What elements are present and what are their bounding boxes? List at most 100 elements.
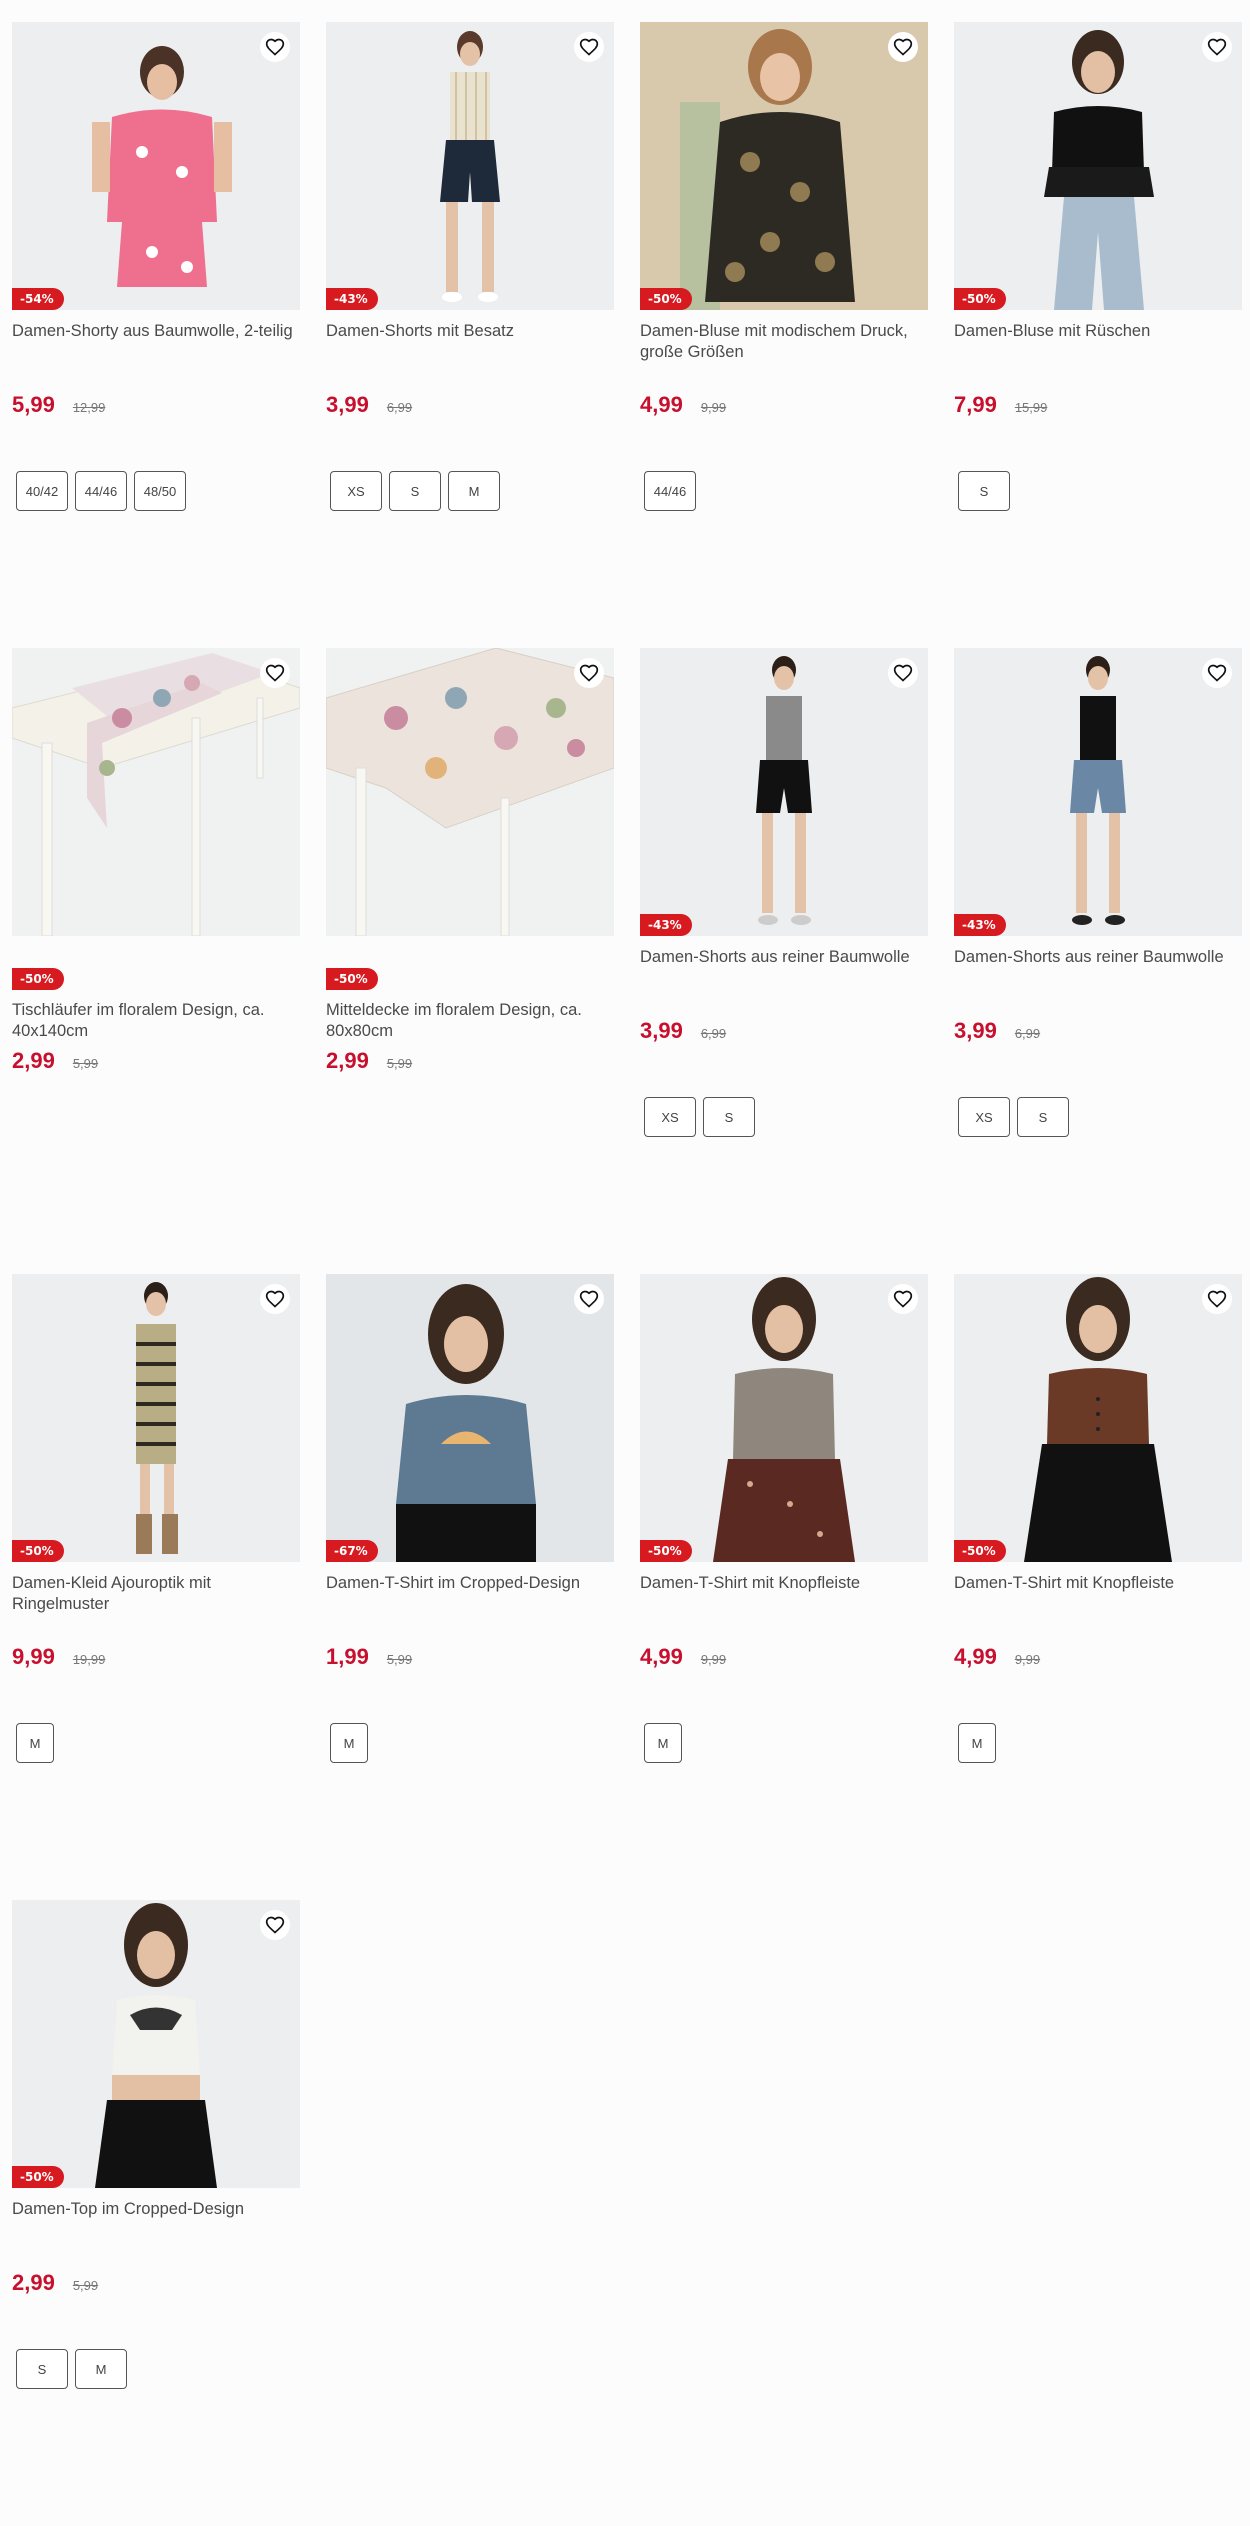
product-card[interactable]: -43% Damen-Shorts aus reiner Baumwolle 3… [954, 648, 1242, 1274]
old-price: 6,99 [1014, 1026, 1041, 1041]
product-image[interactable]: -50% [954, 22, 1242, 310]
product-title[interactable]: Tischläufer im floralem Design, ca. 40x1… [12, 1000, 300, 1042]
price-row: 2,99 5,99 [12, 2270, 300, 2296]
size-option[interactable]: S [703, 1097, 755, 1137]
discount-badge: -50% [326, 968, 378, 990]
favorite-button[interactable] [260, 658, 290, 688]
size-option[interactable]: XS [644, 1097, 696, 1137]
size-options: XS S M [326, 471, 614, 511]
product-image[interactable]: -50% [640, 1274, 928, 1562]
price-row: 2,99 5,99 [326, 1048, 614, 1074]
size-option[interactable]: 44/46 [75, 471, 127, 511]
product-image[interactable]: -50% [954, 1274, 1242, 1562]
size-option[interactable]: M [16, 1723, 54, 1763]
old-price: 12,99 [72, 400, 106, 415]
product-card[interactable]: -50% Damen-T-Shirt mit Knopfleiste 4,99 … [640, 1274, 928, 1900]
product-card[interactable]: -67% Damen-T-Shirt im Cropped-Design 1,9… [326, 1274, 614, 1900]
product-title[interactable]: Damen-T-Shirt mit Knopfleiste [640, 1573, 928, 1615]
product-title[interactable]: Damen-Shorty aus Baumwolle, 2-teilig [12, 321, 300, 363]
price-row: 3,99 6,99 [640, 1018, 928, 1044]
product-card[interactable]: -50% Damen-Kleid Ajouroptik mit Ringelmu… [12, 1274, 300, 1900]
product-title[interactable]: Damen-Bluse mit Rüschen [954, 321, 1242, 363]
product-title[interactable]: Damen-Bluse mit modischem Druck, große G… [640, 321, 928, 363]
product-image[interactable]: -50% [12, 1274, 300, 1562]
favorite-button[interactable] [260, 1284, 290, 1314]
favorite-button[interactable] [574, 32, 604, 62]
favorite-button[interactable] [1202, 658, 1232, 688]
size-option[interactable]: 48/50 [134, 471, 186, 511]
old-price: 6,99 [386, 400, 413, 415]
current-price: 3,99 [326, 392, 369, 417]
discount-badge: -50% [640, 1540, 692, 1562]
product-image[interactable]: -67% [326, 1274, 614, 1562]
product-image[interactable]: -43% [640, 648, 928, 936]
size-options: S [954, 471, 1242, 511]
heart-icon [265, 664, 285, 682]
product-card[interactable]: -50% Damen-Bluse mit modischem Druck, gr… [640, 22, 928, 648]
size-option[interactable]: XS [958, 1097, 1010, 1137]
product-card[interactable]: -43% Damen-Shorts aus reiner Baumwolle 3… [640, 648, 928, 1274]
size-option[interactable]: S [958, 471, 1010, 511]
product-card[interactable]: -50% Damen-T-Shirt mit Knopfleiste 4,99 … [954, 1274, 1242, 1900]
product-image[interactable] [326, 648, 614, 936]
size-option[interactable]: 44/46 [644, 471, 696, 511]
favorite-button[interactable] [574, 1284, 604, 1314]
price-row: 3,99 6,99 [954, 1018, 1242, 1044]
favorite-button[interactable] [888, 658, 918, 688]
product-card[interactable]: -50% Damen-Bluse mit Rüschen 7,99 15,99 … [954, 22, 1242, 648]
size-option[interactable]: M [644, 1723, 682, 1763]
size-option[interactable]: M [448, 471, 500, 511]
heart-icon [1207, 664, 1227, 682]
favorite-button[interactable] [888, 32, 918, 62]
size-option[interactable]: XS [330, 471, 382, 511]
favorite-button[interactable] [1202, 32, 1232, 62]
old-price: 9,99 [1014, 1652, 1041, 1667]
size-option[interactable]: S [16, 2349, 68, 2389]
old-price: 5,99 [72, 2278, 99, 2293]
product-image[interactable]: -50% [12, 1900, 300, 2188]
product-title[interactable]: Damen-Kleid Ajouroptik mit Ringelmuster [12, 1573, 300, 1615]
current-price: 4,99 [640, 392, 683, 417]
product-card[interactable]: -50% Damen-Top im Cropped-Design 2,99 5,… [12, 1900, 300, 2526]
discount-badge: -43% [326, 288, 378, 310]
heart-icon [1207, 38, 1227, 56]
favorite-button[interactable] [260, 1910, 290, 1940]
current-price: 4,99 [954, 1644, 997, 1669]
product-image[interactable]: -54% [12, 22, 300, 310]
product-card[interactable]: -50% Tischläufer im floralem Design, ca.… [12, 648, 300, 1274]
product-card[interactable]: -54% Damen-Shorty aus Baumwolle, 2-teili… [12, 22, 300, 648]
size-option[interactable]: 40/42 [16, 471, 68, 511]
size-option[interactable]: M [958, 1723, 996, 1763]
product-card[interactable]: -43% Damen-Shorts mit Besatz 3,99 6,99 X… [326, 22, 614, 648]
product-title[interactable]: Damen-Shorts mit Besatz [326, 321, 614, 363]
product-title[interactable]: Damen-T-Shirt im Cropped-Design [326, 1573, 614, 1615]
product-title[interactable]: Damen-Top im Cropped-Design [12, 2199, 300, 2241]
product-image[interactable]: -50% [640, 22, 928, 310]
size-option[interactable]: S [389, 471, 441, 511]
size-option[interactable]: M [330, 1723, 368, 1763]
product-title[interactable]: Damen-Shorts aus reiner Baumwolle [954, 947, 1242, 989]
favorite-button[interactable] [260, 32, 290, 62]
product-image[interactable]: -43% [954, 648, 1242, 936]
product-card[interactable]: -50% Mitteldecke im floralem Design, ca.… [326, 648, 614, 1274]
current-price: 5,99 [12, 392, 55, 417]
product-title[interactable]: Damen-T-Shirt mit Knopfleiste [954, 1573, 1242, 1615]
product-image[interactable]: -43% [326, 22, 614, 310]
favorite-button[interactable] [888, 1284, 918, 1314]
current-price: 3,99 [640, 1018, 683, 1043]
product-title[interactable]: Damen-Shorts aus reiner Baumwolle [640, 947, 928, 989]
size-option[interactable]: S [1017, 1097, 1069, 1137]
product-title[interactable]: Mitteldecke im floralem Design, ca. 80x8… [326, 1000, 614, 1042]
old-price: 5,99 [386, 1652, 413, 1667]
product-image[interactable] [12, 648, 300, 936]
current-price: 2,99 [326, 1048, 369, 1073]
discount-badge: -54% [12, 288, 64, 310]
size-option[interactable]: M [75, 2349, 127, 2389]
heart-icon [579, 1290, 599, 1308]
size-options: 44/46 [640, 471, 928, 511]
favorite-button[interactable] [1202, 1284, 1232, 1314]
favorite-button[interactable] [574, 658, 604, 688]
current-price: 1,99 [326, 1644, 369, 1669]
discount-badge: -50% [12, 2166, 64, 2188]
current-price: 2,99 [12, 2270, 55, 2295]
